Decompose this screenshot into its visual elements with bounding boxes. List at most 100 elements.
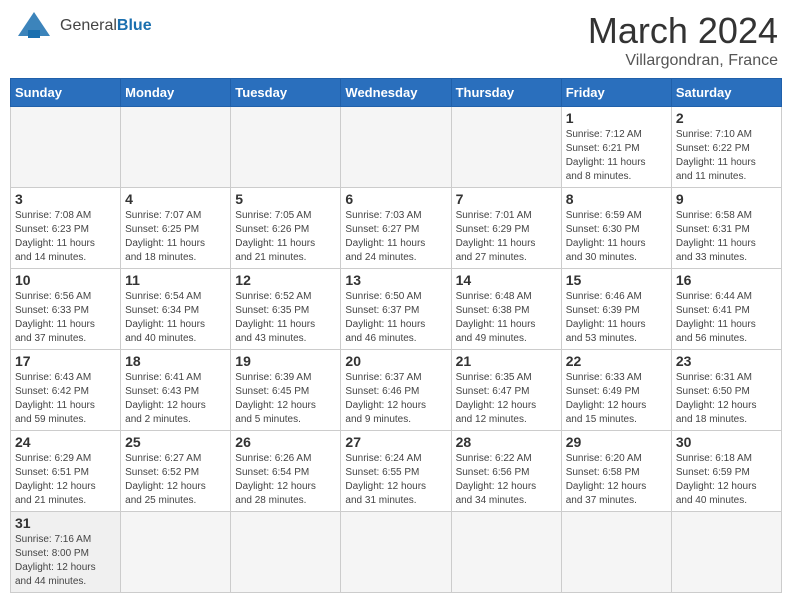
day-number: 10 [15,272,116,288]
day-cell [11,107,121,188]
day-info: Sunrise: 6:24 AM Sunset: 6:55 PM Dayligh… [345,452,446,508]
logo: GeneralBlue [14,10,152,42]
day-cell: 2 Sunrise: 7:10 AM Sunset: 6:22 PM Daylig… [671,107,781,188]
weekday-header-friday: Friday [561,79,671,107]
month-title: March 2024 [588,10,778,52]
day-cell: 1Sunrise: 7:12 AM Sunset: 6:21 PM Daylig… [561,107,671,188]
day-number: 3 [15,191,116,207]
day-cell [451,512,561,593]
day-cell: 29Sunrise: 6:20 AM Sunset: 6:58 PM Dayli… [561,431,671,512]
day-cell: 20Sunrise: 6:37 AM Sunset: 6:46 PM Dayli… [341,350,451,431]
day-number: 24 [15,434,116,450]
day-cell [341,512,451,593]
day-cell: 11Sunrise: 6:54 AM Sunset: 6:34 PM Dayli… [121,269,231,350]
day-number: 2 [676,110,777,126]
weekday-header-tuesday: Tuesday [231,79,341,107]
day-number: 29 [566,434,667,450]
day-info: Sunrise: 7:01 AM Sunset: 6:29 PM Dayligh… [456,209,557,265]
day-cell [341,107,451,188]
weekday-header-sunday: Sunday [11,79,121,107]
day-number: 9 [676,191,777,207]
day-info: Sunrise: 6:56 AM Sunset: 6:33 PM Dayligh… [15,290,116,346]
day-cell: 14 Sunrise: 6:48 AM Sunset: 6:38 PM Dayli… [451,269,561,350]
day-number: 17 [15,353,116,369]
weekday-header-monday: Monday [121,79,231,107]
day-cell: 5 Sunrise: 7:05 AM Sunset: 6:26 PM Daylig… [231,188,341,269]
day-info: Sunrise: 7:12 AM Sunset: 6:21 PM Dayligh… [566,128,667,184]
day-cell: 22 Sunrise: 6:33 AM Sunset: 6:49 PM Dayli… [561,350,671,431]
day-info: Sunrise: 6:58 AM Sunset: 6:31 PM Dayligh… [676,209,777,265]
day-cell: 31Sunrise: 7:16 AM Sunset: 8:00 PM Dayli… [11,512,121,593]
day-info: Sunrise: 6:41 AM Sunset: 6:43 PM Dayligh… [125,371,226,427]
day-info: Sunrise: 6:52 AM Sunset: 6:35 PM Dayligh… [235,290,336,346]
day-info: Sunrise: 6:48 AM Sunset: 6:38 PM Dayligh… [456,290,557,346]
day-number: 22 [566,353,667,369]
day-cell: 26Sunrise: 6:26 AM Sunset: 6:54 PM Dayli… [231,431,341,512]
day-number: 26 [235,434,336,450]
day-number: 7 [456,191,557,207]
day-cell: 24 Sunrise: 6:29 AM Sunset: 6:51 PM Dayli… [11,431,121,512]
week-row-5: 24 Sunrise: 6:29 AM Sunset: 6:51 PM Dayli… [11,431,782,512]
day-number: 27 [345,434,446,450]
day-cell: 4 Sunrise: 7:07 AM Sunset: 6:25 PM Daylig… [121,188,231,269]
week-row-4: 17Sunrise: 6:43 AM Sunset: 6:42 PM Dayli… [11,350,782,431]
day-cell: 27 Sunrise: 6:24 AM Sunset: 6:55 PM Dayli… [341,431,451,512]
day-number: 11 [125,272,226,288]
day-number: 16 [676,272,777,288]
day-cell: 3 Sunrise: 7:08 AM Sunset: 6:23 PM Daylig… [11,188,121,269]
day-cell: 18 Sunrise: 6:41 AM Sunset: 6:43 PM Dayli… [121,350,231,431]
day-cell: 15Sunrise: 6:46 AM Sunset: 6:39 PM Dayli… [561,269,671,350]
day-number: 6 [345,191,446,207]
day-info: Sunrise: 7:03 AM Sunset: 6:27 PM Dayligh… [345,209,446,265]
day-cell: 28Sunrise: 6:22 AM Sunset: 6:56 PM Dayli… [451,431,561,512]
day-cell: 23Sunrise: 6:31 AM Sunset: 6:50 PM Dayli… [671,350,781,431]
day-number: 25 [125,434,226,450]
day-info: Sunrise: 6:29 AM Sunset: 6:51 PM Dayligh… [15,452,116,508]
day-cell: 12Sunrise: 6:52 AM Sunset: 6:35 PM Dayli… [231,269,341,350]
day-info: Sunrise: 7:10 AM Sunset: 6:22 PM Dayligh… [676,128,777,184]
title-area: March 2024 Villargondran, France [588,10,778,70]
calendar: SundayMondayTuesdayWednesdayThursdayFrid… [10,78,782,593]
week-row-6: 31Sunrise: 7:16 AM Sunset: 8:00 PM Dayli… [11,512,782,593]
day-number: 14 [456,272,557,288]
day-info: Sunrise: 6:46 AM Sunset: 6:39 PM Dayligh… [566,290,667,346]
day-info: Sunrise: 6:50 AM Sunset: 6:37 PM Dayligh… [345,290,446,346]
day-cell [231,512,341,593]
day-cell: 13 Sunrise: 6:50 AM Sunset: 6:37 PM Dayli… [341,269,451,350]
day-number: 13 [345,272,446,288]
weekday-header-row: SundayMondayTuesdayWednesdayThursdayFrid… [11,79,782,107]
day-cell [451,107,561,188]
day-cell [231,107,341,188]
day-number: 30 [676,434,777,450]
logo-wordmark: GeneralBlue [60,16,152,35]
day-cell: 8Sunrise: 6:59 AM Sunset: 6:30 PM Daylig… [561,188,671,269]
day-number: 23 [676,353,777,369]
day-info: Sunrise: 6:44 AM Sunset: 6:41 PM Dayligh… [676,290,777,346]
day-cell: 6 Sunrise: 7:03 AM Sunset: 6:27 PM Daylig… [341,188,451,269]
week-row-3: 10 Sunrise: 6:56 AM Sunset: 6:33 PM Dayli… [11,269,782,350]
day-info: Sunrise: 6:39 AM Sunset: 6:45 PM Dayligh… [235,371,336,427]
logo-container: GeneralBlue [14,10,152,42]
weekday-header-thursday: Thursday [451,79,561,107]
day-number: 4 [125,191,226,207]
day-cell: 16 Sunrise: 6:44 AM Sunset: 6:41 PM Dayli… [671,269,781,350]
week-row-1: 1Sunrise: 7:12 AM Sunset: 6:21 PM Daylig… [11,107,782,188]
day-info: Sunrise: 6:35 AM Sunset: 6:47 PM Dayligh… [456,371,557,427]
day-info: Sunrise: 6:33 AM Sunset: 6:49 PM Dayligh… [566,371,667,427]
day-cell: 21 Sunrise: 6:35 AM Sunset: 6:47 PM Dayli… [451,350,561,431]
day-cell [121,512,231,593]
day-number: 28 [456,434,557,450]
day-cell [121,107,231,188]
day-info: Sunrise: 7:07 AM Sunset: 6:25 PM Dayligh… [125,209,226,265]
day-number: 18 [125,353,226,369]
day-cell: 19Sunrise: 6:39 AM Sunset: 6:45 PM Dayli… [231,350,341,431]
generalblue-logo-svg [14,10,54,42]
logo-blue: Blue [117,17,152,34]
day-number: 5 [235,191,336,207]
day-info: Sunrise: 7:08 AM Sunset: 6:23 PM Dayligh… [15,209,116,265]
day-cell: 9 Sunrise: 6:58 AM Sunset: 6:31 PM Daylig… [671,188,781,269]
day-info: Sunrise: 7:05 AM Sunset: 6:26 PM Dayligh… [235,209,336,265]
header: GeneralBlue March 2024 Villargondran, Fr… [10,10,782,70]
day-cell: 7 Sunrise: 7:01 AM Sunset: 6:29 PM Daylig… [451,188,561,269]
day-number: 21 [456,353,557,369]
